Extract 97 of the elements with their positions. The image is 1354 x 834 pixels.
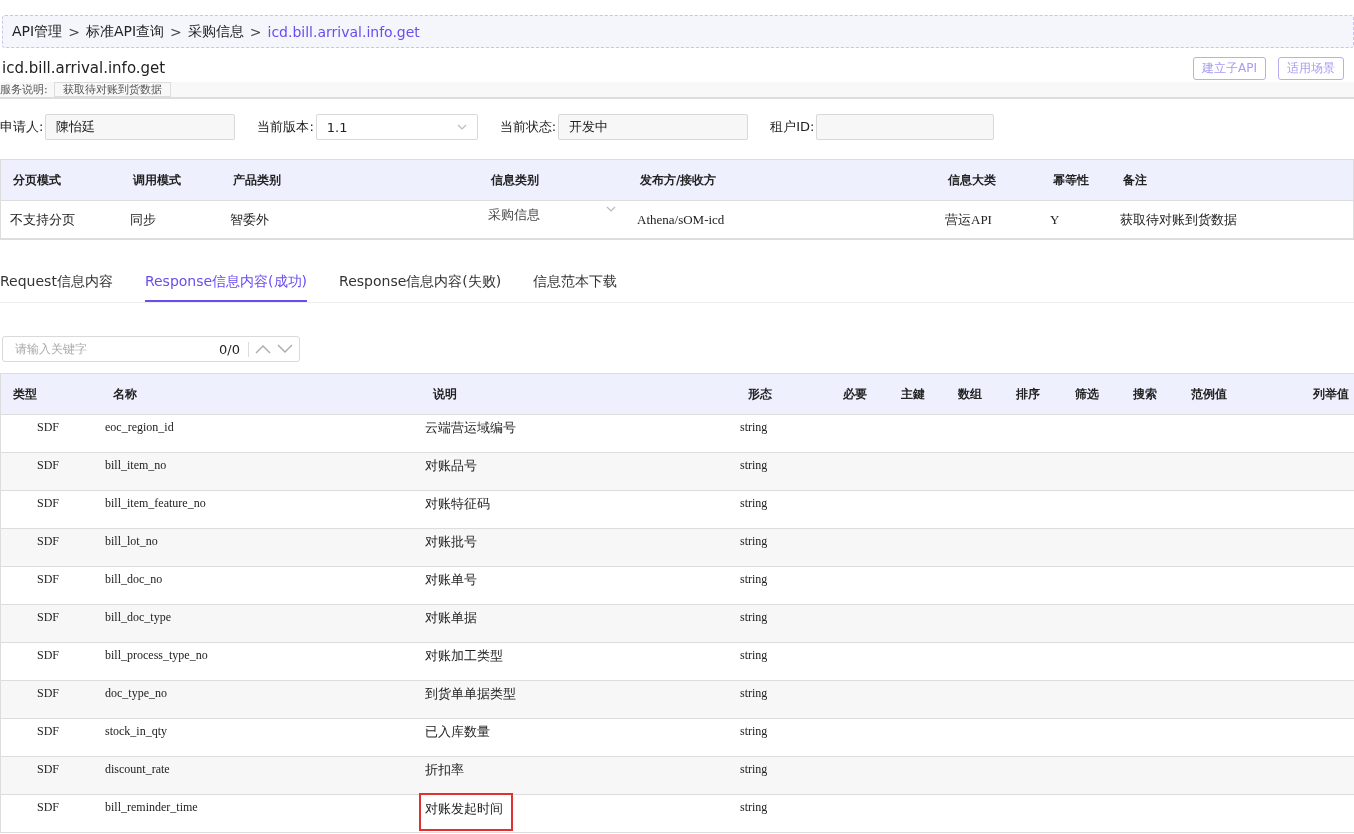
column-header: 排序 [1015,385,1041,403]
field-label: 申请人: [0,118,44,136]
search-bar[interactable]: 请输入关键字 0/0 [2,336,300,362]
column-header: 名称 [112,385,138,403]
column-header: 备注 [1122,171,1148,189]
column-header: 主鍵 [900,385,926,403]
table-cell-text: 折扣率 [424,761,465,779]
tab[interactable]: 信息范本下载 [533,264,618,302]
table-cell-text: 同步 [129,210,157,229]
table-cell-text: string [739,799,769,815]
column-header: 调用模式 [132,171,182,189]
table-cell-text: 已入库数量 [424,723,491,741]
table-cell-text: string [739,571,769,587]
tab[interactable]: Response信息内容(成功) [144,264,308,302]
column-header: 列举值 [1312,385,1350,403]
table-cell-text: string [739,457,769,473]
dropdown-caret-icon [456,124,467,130]
column-header: 筛选 [1074,385,1100,403]
category-select[interactable]: 采购信息 [479,205,628,224]
table-cell-text: 营运API [944,210,993,229]
table-cell-text: SDF [36,761,60,777]
table-cell-text: 对账单号 [424,571,478,589]
field-label: 当前版本: [257,118,314,136]
version-select[interactable]: 1.1 [315,114,478,140]
column-header: 必要 [842,385,868,403]
table-cell-text: bill_process_type_no [104,647,209,663]
table-cell-text: 对账加工类型 [424,647,504,665]
column-header: 形态 [747,385,773,403]
column-header: 信息类别 [489,171,540,189]
table-cell-text: SDF [36,571,60,587]
page-title: icd.bill.arrival.info.get [1,59,166,77]
breadcrumb-link[interactable]: 标准API查询 [85,22,165,41]
column-header: 发布方/接收方 [639,171,718,189]
table-cell-text: Y [1049,211,1061,228]
column-header: 说明 [432,385,458,403]
column-header: 产品类别 [232,171,282,189]
table-cell-text: 到货单单据类型 [424,685,517,703]
table-cell-text: string [739,609,769,625]
column-header: 搜索 [1132,385,1158,403]
table-cell-text: SDF [36,419,60,435]
table-cell-text: string [739,533,769,549]
table-cell-text: SDF [36,723,60,739]
match-count: 0/0 [219,341,249,357]
column-header: 数组 [957,385,983,403]
table-cell-text: discount_rate [104,761,171,777]
service-desc-field[interactable]: 获取待对账到货数据 [53,82,171,97]
tab[interactable]: Request信息内容 [0,264,113,302]
tab[interactable]: Response信息内容(失败) [339,264,502,302]
breadcrumb-separator: > [249,23,262,40]
table-cell-text: SDF [36,685,60,701]
breadcrumb-separator: > [170,23,182,40]
dropdown-caret-icon [606,205,616,212]
table-cell-text: string [739,761,769,777]
table-cell-text: bill_lot_no [104,533,159,549]
table-cell-text: string [739,685,769,701]
field-label: 租户ID: [770,118,815,136]
table-cell-text: SDF [36,495,60,511]
column-header: 幂等性 [1052,171,1090,189]
column-header: 类型 [12,385,38,403]
table-cell-text: 对账特征码 [424,495,491,513]
table-cell-text: SDF [36,647,60,663]
table-cell-text: bill_doc_no [104,571,164,587]
table-cell-text: doc_type_no [104,685,168,701]
table-cell-text: bill_doc_type [104,609,172,625]
breadcrumb-link[interactable]: 采购信息 [187,22,244,41]
field-label: 服务说明: [0,82,48,97]
input-field[interactable] [816,114,995,140]
table-cell-text: 云端营运域编号 [424,419,517,437]
table-cell-text: SDF [36,799,60,815]
table-cell-text: 对账品号 [424,457,478,475]
table-cell-text: string [739,723,769,739]
table-cell-text: bill_item_feature_no [104,495,207,511]
table-cell-text: bill_item_no [104,457,168,473]
table-cell-text: string [739,495,769,511]
table-cell-text: Athena/sOM-icd [636,211,726,228]
table-cell-text: 对账单据 [424,609,478,627]
column-header: 信息大类 [946,171,997,189]
table-cell-text: SDF [36,457,60,473]
table-cell-text: 获取待对账到货数据 [1119,210,1238,229]
table-cell-text: string [739,419,769,435]
table-cell-text: bill_reminder_time [104,799,199,815]
input-field[interactable]: 陳怡廷 [45,114,236,140]
breadcrumb-link[interactable]: icd.bill.arrival.info.get [267,23,420,40]
table-cell-text: eoc_region_id [104,419,175,435]
table-cell-text: string [739,647,769,663]
breadcrumb-link[interactable]: API管理 [12,22,63,41]
table-cell-text: SDF [36,533,60,549]
input-field[interactable]: 开发中 [558,114,749,140]
breadcrumb-separator: > [68,23,80,40]
table-cell-text: SDF [36,609,60,625]
table-cell-text: 智委外 [229,210,270,229]
column-header: 分页模式 [12,171,62,189]
column-header: 范例值 [1190,385,1228,403]
table-cell-text: stock_in_qty [104,723,168,739]
table-cell-text: 不支持分页 [9,210,76,229]
table-cell-text: 对账批号 [424,533,478,551]
field-label: 当前状态: [499,118,557,136]
